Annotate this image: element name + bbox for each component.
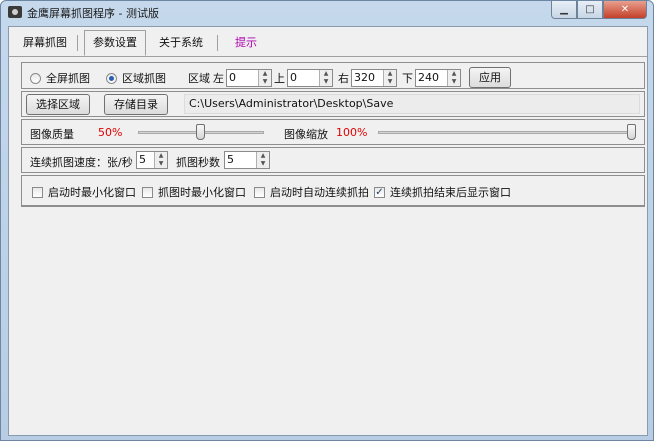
checkbox-minimize-on-start[interactable] (32, 186, 43, 198)
minimize-icon: ▁ (560, 4, 568, 15)
seconds-value[interactable]: 5 (225, 152, 256, 168)
top-label: 上 (274, 71, 285, 85)
left-spinner[interactable]: 0 ▲ ▼ (226, 68, 272, 87)
tab-strip: 屏幕抓图 参数设置 关于系统 提示 (9, 27, 647, 57)
tab-hint[interactable]: 提示 (227, 33, 265, 53)
save-path-field[interactable]: C:\Users\Administrator\Desktop\Save (184, 94, 640, 114)
option-label: 抓图时最小化窗口 (158, 186, 246, 199)
close-icon: ✕ (620, 4, 630, 15)
image-group: 图像质量 50% 图像缩放 100% (21, 119, 645, 145)
spin-arrows[interactable]: ▲ ▼ (256, 152, 269, 168)
scale-slider-track[interactable] (378, 131, 632, 134)
spin-up-icon[interactable]: ▲ (384, 70, 396, 78)
spin-up-icon[interactable]: ▲ (259, 70, 271, 78)
continuous-group: 连续抓图速度：张/秒 5 ▲ ▼ 抓图秒数 5 ▲ ▼ (21, 147, 645, 173)
scale-label: 图像缩放 (284, 128, 328, 141)
checkbox-minimize-on-capture[interactable] (142, 186, 153, 198)
speed-spinner[interactable]: 5 ▲ ▼ (136, 151, 168, 169)
fullscreen-label: 全屏抓图 (46, 72, 90, 85)
region-radio[interactable] (106, 72, 117, 84)
paths-group: 选择区域 存储目录 C:\Users\Administrator\Desktop… (21, 91, 645, 117)
select-region-button[interactable]: 选择区域 (26, 94, 90, 115)
fullscreen-option[interactable]: 全屏抓图 (30, 70, 90, 86)
spin-down-icon[interactable]: ▼ (257, 160, 269, 168)
seconds-spinner[interactable]: 5 ▲ ▼ (224, 151, 270, 169)
spin-arrows[interactable]: ▲ ▼ (447, 69, 460, 86)
option-auto-continuous[interactable]: 启动时自动连续抓拍 (254, 184, 369, 200)
left-label: 左 (213, 71, 224, 85)
option-show-after-continuous[interactable]: ✓ 连续抓拍结束后显示窗口 (374, 184, 511, 200)
spin-up-icon[interactable]: ▲ (320, 70, 332, 78)
maximize-button[interactable]: □ (577, 1, 603, 19)
right-spinner[interactable]: 320 ▲ ▼ (351, 68, 397, 87)
spin-down-icon[interactable]: ▼ (259, 78, 271, 86)
spin-up-icon[interactable]: ▲ (448, 70, 460, 78)
region-coords: 区域 左 0 ▲ ▼ 上 0 ▲ ▼ 右 320 ▲ ▼ 下 240 ▲ ▼ 应… (188, 67, 511, 88)
client-area: 屏幕抓图 参数设置 关于系统 提示 全屏抓图 区域抓图 区域 左 0 ▲ ▼ 上… (8, 26, 648, 436)
checkbox-show-after-continuous[interactable]: ✓ (374, 186, 385, 198)
spin-arrows[interactable]: ▲ ▼ (154, 152, 167, 168)
region-option[interactable]: 区域抓图 (106, 70, 166, 86)
quality-value: 50% (98, 126, 123, 139)
spin-down-icon[interactable]: ▼ (320, 78, 332, 86)
option-label: 启动时最小化窗口 (48, 186, 136, 199)
spin-down-icon[interactable]: ▼ (384, 78, 396, 86)
quality-slider-thumb[interactable] (196, 124, 205, 140)
window-title: 金鹰屏幕抓图程序 - 测试版 (27, 7, 159, 20)
options-group: 启动时最小化窗口 抓图时最小化窗口 启动时自动连续抓拍 ✓ 连续抓拍结束后显示窗… (21, 175, 645, 207)
tab-settings[interactable]: 参数设置 (84, 30, 146, 56)
right-label: 右 (338, 71, 349, 85)
option-minimize-on-capture[interactable]: 抓图时最小化窗口 (142, 184, 246, 200)
top-spinner[interactable]: 0 ▲ ▼ (287, 68, 333, 87)
window-controls: ▁ □ ✕ (551, 1, 647, 20)
option-label: 连续抓拍结束后显示窗口 (390, 186, 511, 199)
title-bar[interactable]: 金鹰屏幕抓图程序 - 测试版 ▁ □ ✕ (1, 1, 653, 25)
scale-slider-thumb[interactable] (627, 124, 636, 140)
spin-arrows[interactable]: ▲ ▼ (383, 69, 396, 86)
tab-about[interactable]: 关于系统 (151, 33, 211, 53)
capture-mode-group: 全屏抓图 区域抓图 区域 左 0 ▲ ▼ 上 0 ▲ ▼ 右 320 ▲ ▼ 下… (21, 62, 645, 89)
seconds-label: 抓图秒数 (176, 156, 220, 169)
close-button[interactable]: ✕ (603, 1, 647, 19)
left-value[interactable]: 0 (227, 70, 258, 86)
bottom-spinner[interactable]: 240 ▲ ▼ (415, 68, 461, 87)
tab-separator (77, 35, 78, 51)
bottom-value[interactable]: 240 (416, 70, 447, 86)
quality-label: 图像质量 (30, 128, 74, 141)
app-window: 金鹰屏幕抓图程序 - 测试版 ▁ □ ✕ 屏幕抓图 参数设置 关于系统 提示 全… (0, 0, 654, 441)
right-value[interactable]: 320 (352, 70, 383, 86)
option-label: 启动时自动连续抓拍 (270, 186, 369, 199)
tab-separator (217, 35, 218, 51)
scale-value: 100% (336, 126, 368, 139)
fullscreen-radio[interactable] (30, 72, 41, 84)
checkbox-auto-continuous[interactable] (254, 186, 265, 198)
spin-up-icon[interactable]: ▲ (257, 152, 269, 160)
spin-down-icon[interactable]: ▼ (448, 78, 460, 86)
region-label: 区域抓图 (122, 72, 166, 85)
spin-up-icon[interactable]: ▲ (155, 152, 167, 160)
top-value[interactable]: 0 (288, 70, 319, 86)
camera-icon (8, 6, 22, 18)
tab-screen-capture[interactable]: 屏幕抓图 (15, 33, 75, 53)
storage-dir-button[interactable]: 存储目录 (104, 94, 168, 115)
maximize-icon: □ (585, 4, 595, 15)
option-minimize-on-start[interactable]: 启动时最小化窗口 (32, 184, 136, 200)
spin-down-icon[interactable]: ▼ (155, 160, 167, 168)
spin-arrows[interactable]: ▲ ▼ (258, 69, 271, 86)
minimize-button[interactable]: ▁ (551, 1, 577, 19)
region-prefix: 区域 (188, 71, 210, 85)
apply-button[interactable]: 应用 (469, 67, 511, 88)
bottom-label: 下 (402, 71, 413, 85)
spin-arrows[interactable]: ▲ ▼ (319, 69, 332, 86)
speed-value[interactable]: 5 (137, 152, 154, 168)
speed-label: 连续抓图速度：张/秒 (30, 156, 133, 169)
